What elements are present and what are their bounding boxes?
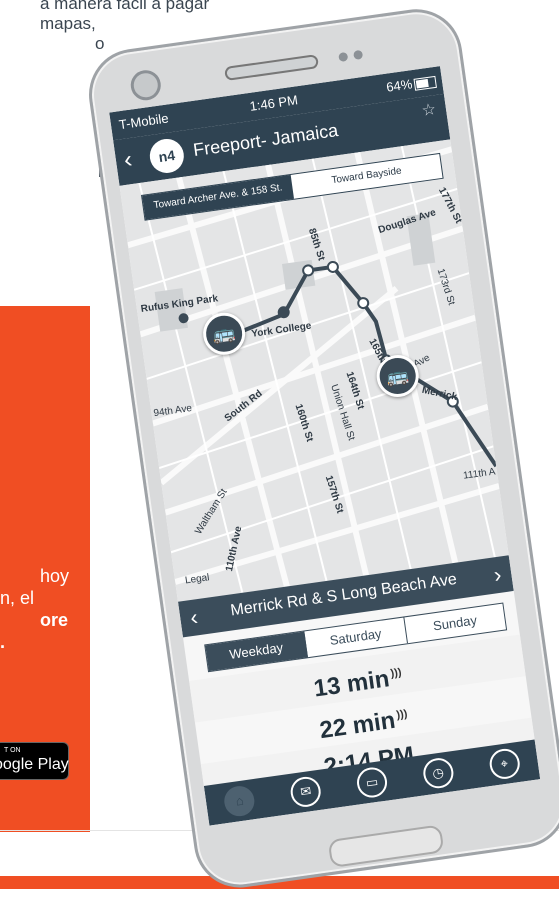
google-play-badge[interactable]: T ON oogle Play xyxy=(0,742,69,780)
phone-home-button xyxy=(327,824,445,868)
store-badge-text: oogle Play xyxy=(0,756,69,773)
promo-line-3: ore xyxy=(40,610,69,630)
home-icon[interactable]: ⌂ xyxy=(222,784,257,819)
bus-icon[interactable]: ▭ xyxy=(355,765,389,800)
left-copy-line-1: a manera fácil a pagar xyxy=(40,0,210,13)
route-badge: n4 xyxy=(147,136,187,176)
tab-weekday[interactable]: Weekday xyxy=(205,631,309,672)
route-title: Freeport- Jamaica xyxy=(191,120,340,161)
speaker-grille xyxy=(224,54,320,82)
ticket-icon[interactable]: ✉ xyxy=(288,774,323,809)
battery-percent: 64% xyxy=(385,76,414,95)
front-camera-icon xyxy=(128,68,163,103)
back-chevron-icon[interactable]: ‹ xyxy=(122,146,134,175)
clock-label: 1:46 PM xyxy=(248,92,299,114)
sensor-dot xyxy=(353,49,364,60)
clock-icon[interactable]: ◷ xyxy=(421,756,456,791)
left-copy-line-2: mapas, xyxy=(40,14,96,33)
tab-sunday[interactable]: Sunday xyxy=(404,604,506,644)
promo-line-1: hoy xyxy=(40,566,70,586)
promo-line-4: . xyxy=(0,632,6,652)
carrier-label: T-Mobile xyxy=(117,110,170,133)
sensor-dot xyxy=(338,51,349,63)
realtime-signal-icon: ))) xyxy=(395,707,409,722)
map-icon[interactable]: ⌖ xyxy=(487,746,522,781)
realtime-signal-icon: ))) xyxy=(389,666,403,680)
tab-saturday[interactable]: Saturday xyxy=(304,617,408,658)
previous-stop-chevron-icon[interactable]: ‹ xyxy=(189,604,200,631)
favorite-star-icon[interactable]: ☆ xyxy=(420,99,438,121)
next-stop-chevron-icon[interactable]: › xyxy=(492,562,503,589)
store-badge-small-text: T ON xyxy=(4,747,21,754)
battery-icon xyxy=(413,75,437,91)
promo-line-2: n, el xyxy=(0,588,35,608)
